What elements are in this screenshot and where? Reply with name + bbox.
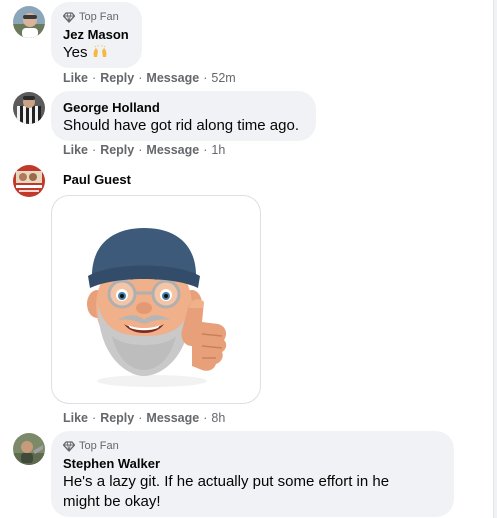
comment-text: Yes [63,43,130,63]
memoji-thumbs-up-icon [87,228,227,387]
reply-button[interactable]: Reply [100,70,134,86]
comment-timestamp[interactable]: 8h [211,410,225,426]
comment-text: He's a lazy git. If he actually put some… [63,473,390,510]
diamond-icon [62,440,76,452]
comment-actions: Like · Reply · Message · 52m [63,70,236,86]
like-button[interactable]: Like [63,142,88,158]
avatar[interactable] [13,92,45,124]
comment-author[interactable]: Jez Mason [63,26,130,43]
badge-label: Top Fan [79,11,119,23]
comment-bubble: Top Fan Jez Mason Yes [51,2,142,68]
diamond-icon [62,11,76,23]
badge-label: Top Fan [79,440,119,452]
message-button[interactable]: Message [146,70,199,86]
comment-actions: Like · Reply · Message · 8h [63,410,226,426]
sticker-attachment[interactable] [51,195,261,404]
avatar[interactable] [13,6,45,38]
top-fan-badge: Top Fan [62,439,442,453]
comment-bubble: George Holland Should have got rid along… [51,91,316,141]
comment-actions: Like · Reply · Message · 1h [63,142,226,158]
like-button[interactable]: Like [63,70,88,86]
avatar[interactable] [13,433,45,465]
message-button[interactable]: Message [146,142,199,158]
comment-bubble: Top Fan Stephen Walker He's a lazy git. … [51,431,454,517]
reply-button[interactable]: Reply [100,142,134,158]
comment-text: Should have got rid along time ago. [63,117,299,134]
reply-button[interactable]: Reply [100,410,134,426]
message-button[interactable]: Message [146,410,199,426]
comment-author[interactable]: George Holland [63,99,304,116]
comment-timestamp[interactable]: 52m [211,70,235,86]
avatar[interactable] [13,165,45,197]
comment-author[interactable]: Paul Guest [63,171,131,188]
like-button[interactable]: Like [63,410,88,426]
comment-timestamp[interactable]: 1h [211,142,225,158]
raised-hands-emoji-icon [92,45,108,59]
top-fan-badge: Top Fan [62,10,130,24]
comment-author[interactable]: Stephen Walker [63,455,442,472]
scrollbar-track[interactable] [493,0,497,518]
